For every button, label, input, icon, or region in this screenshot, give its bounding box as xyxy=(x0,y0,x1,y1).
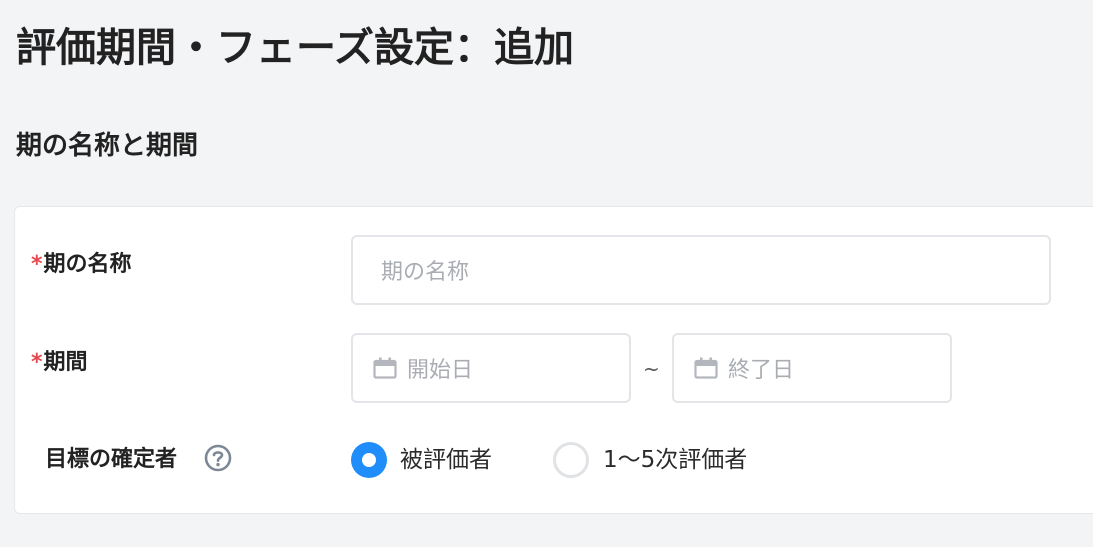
period-name-placeholder: 期の名称 xyxy=(381,260,470,285)
period-form-card: *期の名称 期の名称 *期間 開始日 ~ 終了日 目標の確定者 被評価者 1〜5… xyxy=(14,206,1093,514)
help-circle-icon[interactable] xyxy=(204,444,232,472)
date-range-separator: ~ xyxy=(643,357,660,381)
calendar-icon xyxy=(373,357,397,379)
end-date-placeholder: 終了日 xyxy=(728,358,795,383)
goal-confirmer-label: 目標の確定者 xyxy=(45,447,178,472)
start-date-input[interactable]: 開始日 xyxy=(351,333,631,403)
confirmer-option-evaluators-label[interactable]: 1〜5次評価者 xyxy=(603,445,747,475)
period-name-input[interactable]: 期の名称 xyxy=(351,235,1051,305)
required-mark: * xyxy=(31,350,43,375)
start-date-placeholder: 開始日 xyxy=(407,358,474,383)
end-date-input[interactable]: 終了日 xyxy=(672,333,952,403)
confirmer-radio-evaluators[interactable] xyxy=(553,442,589,478)
required-mark: * xyxy=(31,252,43,277)
confirmer-radio-evaluatee[interactable] xyxy=(351,442,387,478)
confirmer-option-evaluatee-label[interactable]: 被評価者 xyxy=(400,445,492,475)
period-name-label: *期の名称 xyxy=(31,250,132,280)
page-title: 評価期間・フェーズ設定：追加 xyxy=(16,25,574,71)
period-label: *期間 xyxy=(31,348,88,378)
section-title: 期の名称と期間 xyxy=(16,131,199,161)
period-name-label-text: 期の名称 xyxy=(43,252,132,277)
calendar-icon xyxy=(694,357,718,379)
period-label-text: 期間 xyxy=(43,350,88,375)
